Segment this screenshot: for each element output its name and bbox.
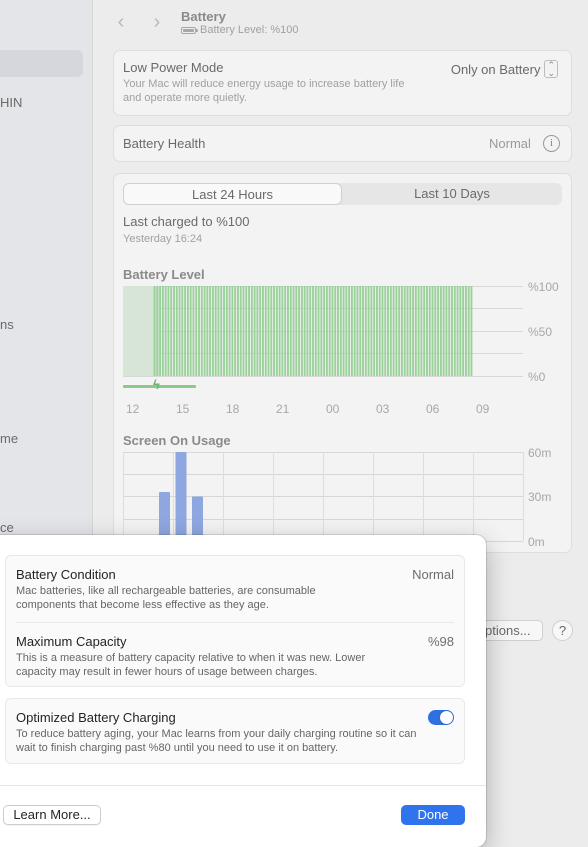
forward-button[interactable]: ›	[147, 12, 167, 32]
y-tick-label: %100	[528, 280, 559, 294]
battery-condition-value: Normal	[412, 567, 454, 582]
time-range-segmented-control: Last 24 Hours Last 10 Days	[123, 183, 562, 205]
sidebar-item-fragment[interactable]: me	[0, 431, 18, 446]
chevron-left-icon: ‹	[117, 11, 125, 33]
battery-icon	[181, 26, 198, 34]
low-power-value: Only on Battery	[450, 61, 541, 77]
optimized-charging-description: To reduce battery aging, your Mac learns…	[16, 728, 417, 754]
maximum-capacity-value: %98	[427, 634, 454, 649]
last-charged-time: Yesterday 16:24	[123, 233, 203, 245]
battery-level-chart-title: Battery Level	[123, 267, 205, 282]
optimized-charging-title: Optimized Battery Charging	[16, 710, 176, 725]
last-charged-label: Last charged to %100	[123, 214, 250, 229]
grid-line	[223, 452, 224, 541]
back-button[interactable]: ‹	[111, 12, 131, 32]
y-tick-label: 30m	[528, 490, 552, 504]
maximum-capacity-description: This is a measure of battery capacity re…	[16, 652, 366, 678]
lightning-icon: ϟ	[153, 377, 160, 392]
grid-line	[123, 331, 523, 332]
grid-line	[273, 452, 274, 541]
x-tick-label: 09	[476, 402, 490, 416]
grid-line	[123, 308, 523, 309]
page-title: Battery	[181, 9, 226, 24]
low-power-description: Your Mac will reduce energy usage to inc…	[123, 78, 405, 104]
tab-last-24-hours[interactable]: Last 24 Hours	[123, 183, 342, 205]
grid-line	[123, 353, 523, 354]
learn-more-button[interactable]: Learn More...	[3, 805, 101, 825]
chevron-right-icon: ›	[153, 11, 161, 33]
grid-line	[473, 452, 474, 541]
toggle-knob	[440, 711, 453, 724]
x-tick-label: 18	[226, 402, 240, 416]
y-tick-label: %0	[528, 370, 546, 384]
battery-condition-title: Battery Condition	[16, 567, 116, 582]
x-tick-label: 21	[276, 402, 290, 416]
battery-info-group: Battery Condition Normal Mac batteries, …	[5, 555, 465, 687]
sheet-divider	[0, 785, 486, 786]
grid-line	[373, 452, 374, 541]
sidebar-item-fragment[interactable]: HIN	[0, 95, 22, 110]
battery-condition-description: Mac batteries, like all rechargeable bat…	[16, 585, 316, 611]
battery-health-sheet: Battery Condition Normal Mac batteries, …	[0, 535, 486, 847]
grid-line	[123, 286, 523, 287]
battery-level-subtitle: Battery Level: %100	[181, 24, 298, 36]
battery-level-text: Battery Level: %100	[200, 24, 299, 36]
y-tick-label: 60m	[528, 446, 552, 460]
low-power-select[interactable]: Only on Battery ⌃ ⌄	[451, 60, 558, 78]
optimized-charging-group: Optimized Battery Charging To reduce bat…	[5, 698, 465, 764]
battery-health-label: Battery Health	[123, 136, 206, 151]
x-tick-label: 06	[426, 402, 440, 416]
done-button[interactable]: Done	[401, 805, 465, 825]
x-tick-label: 00	[326, 402, 340, 416]
pre-charge-area	[123, 286, 161, 376]
grid-line	[173, 452, 174, 541]
sidebar-selected-item[interactable]	[0, 50, 83, 77]
updown-chevron-icon: ⌃ ⌄	[544, 60, 558, 78]
y-tick-label: 0m	[528, 535, 545, 549]
divider	[16, 622, 454, 623]
grid-line	[323, 452, 324, 541]
low-power-label: Low Power Mode	[123, 60, 224, 75]
battery-health-value: Normal	[489, 136, 531, 151]
maximum-capacity-title: Maximum Capacity	[16, 634, 127, 649]
grid-line	[123, 376, 523, 377]
grid-line	[423, 452, 424, 541]
y-tick-label: %50	[528, 325, 553, 339]
optimized-charging-toggle[interactable]	[428, 710, 454, 725]
info-icon[interactable]: i	[543, 135, 560, 152]
grid-line	[523, 452, 524, 541]
help-button[interactable]: ?	[552, 620, 573, 641]
sidebar-item-fragment[interactable]: ce	[0, 520, 14, 535]
grid-line	[123, 452, 124, 541]
x-tick-label: 15	[176, 402, 190, 416]
screen-usage-chart-title: Screen On Usage	[123, 433, 231, 448]
x-tick-label: 03	[376, 402, 390, 416]
sidebar-item-fragment[interactable]: ns	[0, 317, 14, 332]
tab-last-10-days[interactable]: Last 10 Days	[342, 183, 562, 205]
x-tick-label: 12	[126, 402, 140, 416]
